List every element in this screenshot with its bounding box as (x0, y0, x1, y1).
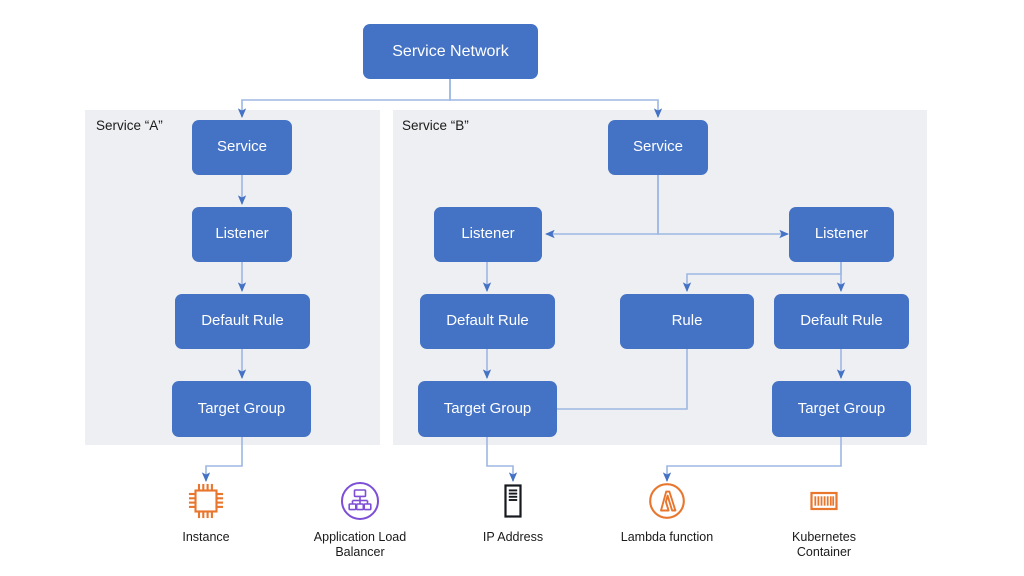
instance-chip-icon (183, 478, 229, 524)
application-load-balancer-icon (337, 478, 383, 524)
node-a-listener[interactable]: Listener (192, 207, 292, 262)
legend-item-kubernetes: Kubernetes Container (749, 478, 899, 561)
kubernetes-container-icon (801, 478, 847, 524)
legend-item-instance: Instance (131, 478, 281, 545)
service-b-panel-label: Service “B” (402, 118, 469, 133)
node-b-rule[interactable]: Rule (620, 294, 754, 349)
node-b-listener-right[interactable]: Listener (789, 207, 894, 262)
service-a-panel-label: Service “A” (96, 118, 163, 133)
node-b-target-group-left[interactable]: Target Group (418, 381, 557, 437)
legend-label-lambda: Lambda function (620, 530, 714, 544)
node-a-target-group[interactable]: Target Group (172, 381, 311, 437)
node-b-default-rule-right[interactable]: Default Rule (774, 294, 909, 349)
lambda-function-icon (644, 478, 690, 524)
diagram-canvas: Service “A” Service “B” Service Network … (0, 0, 1024, 576)
node-b-service[interactable]: Service (608, 120, 708, 175)
node-service-network[interactable]: Service Network (363, 24, 538, 79)
legend-item-ip-address: IP Address (438, 478, 588, 545)
node-a-service[interactable]: Service (192, 120, 292, 175)
node-b-target-group-right[interactable]: Target Group (772, 381, 911, 437)
node-b-listener-left[interactable]: Listener (434, 207, 542, 262)
node-b-default-rule-left[interactable]: Default Rule (420, 294, 555, 349)
legend-item-alb: Application Load Balancer (285, 478, 435, 561)
node-a-default-rule[interactable]: Default Rule (175, 294, 310, 349)
legend-label-alb: Application Load Balancer (313, 530, 407, 560)
ip-address-server-icon (490, 478, 536, 524)
legend-label-kubernetes: Kubernetes Container (792, 530, 856, 560)
legend-item-lambda: Lambda function (592, 478, 742, 545)
legend-label-ip-address: IP Address (482, 530, 544, 544)
legend-label-instance: Instance (182, 530, 230, 544)
